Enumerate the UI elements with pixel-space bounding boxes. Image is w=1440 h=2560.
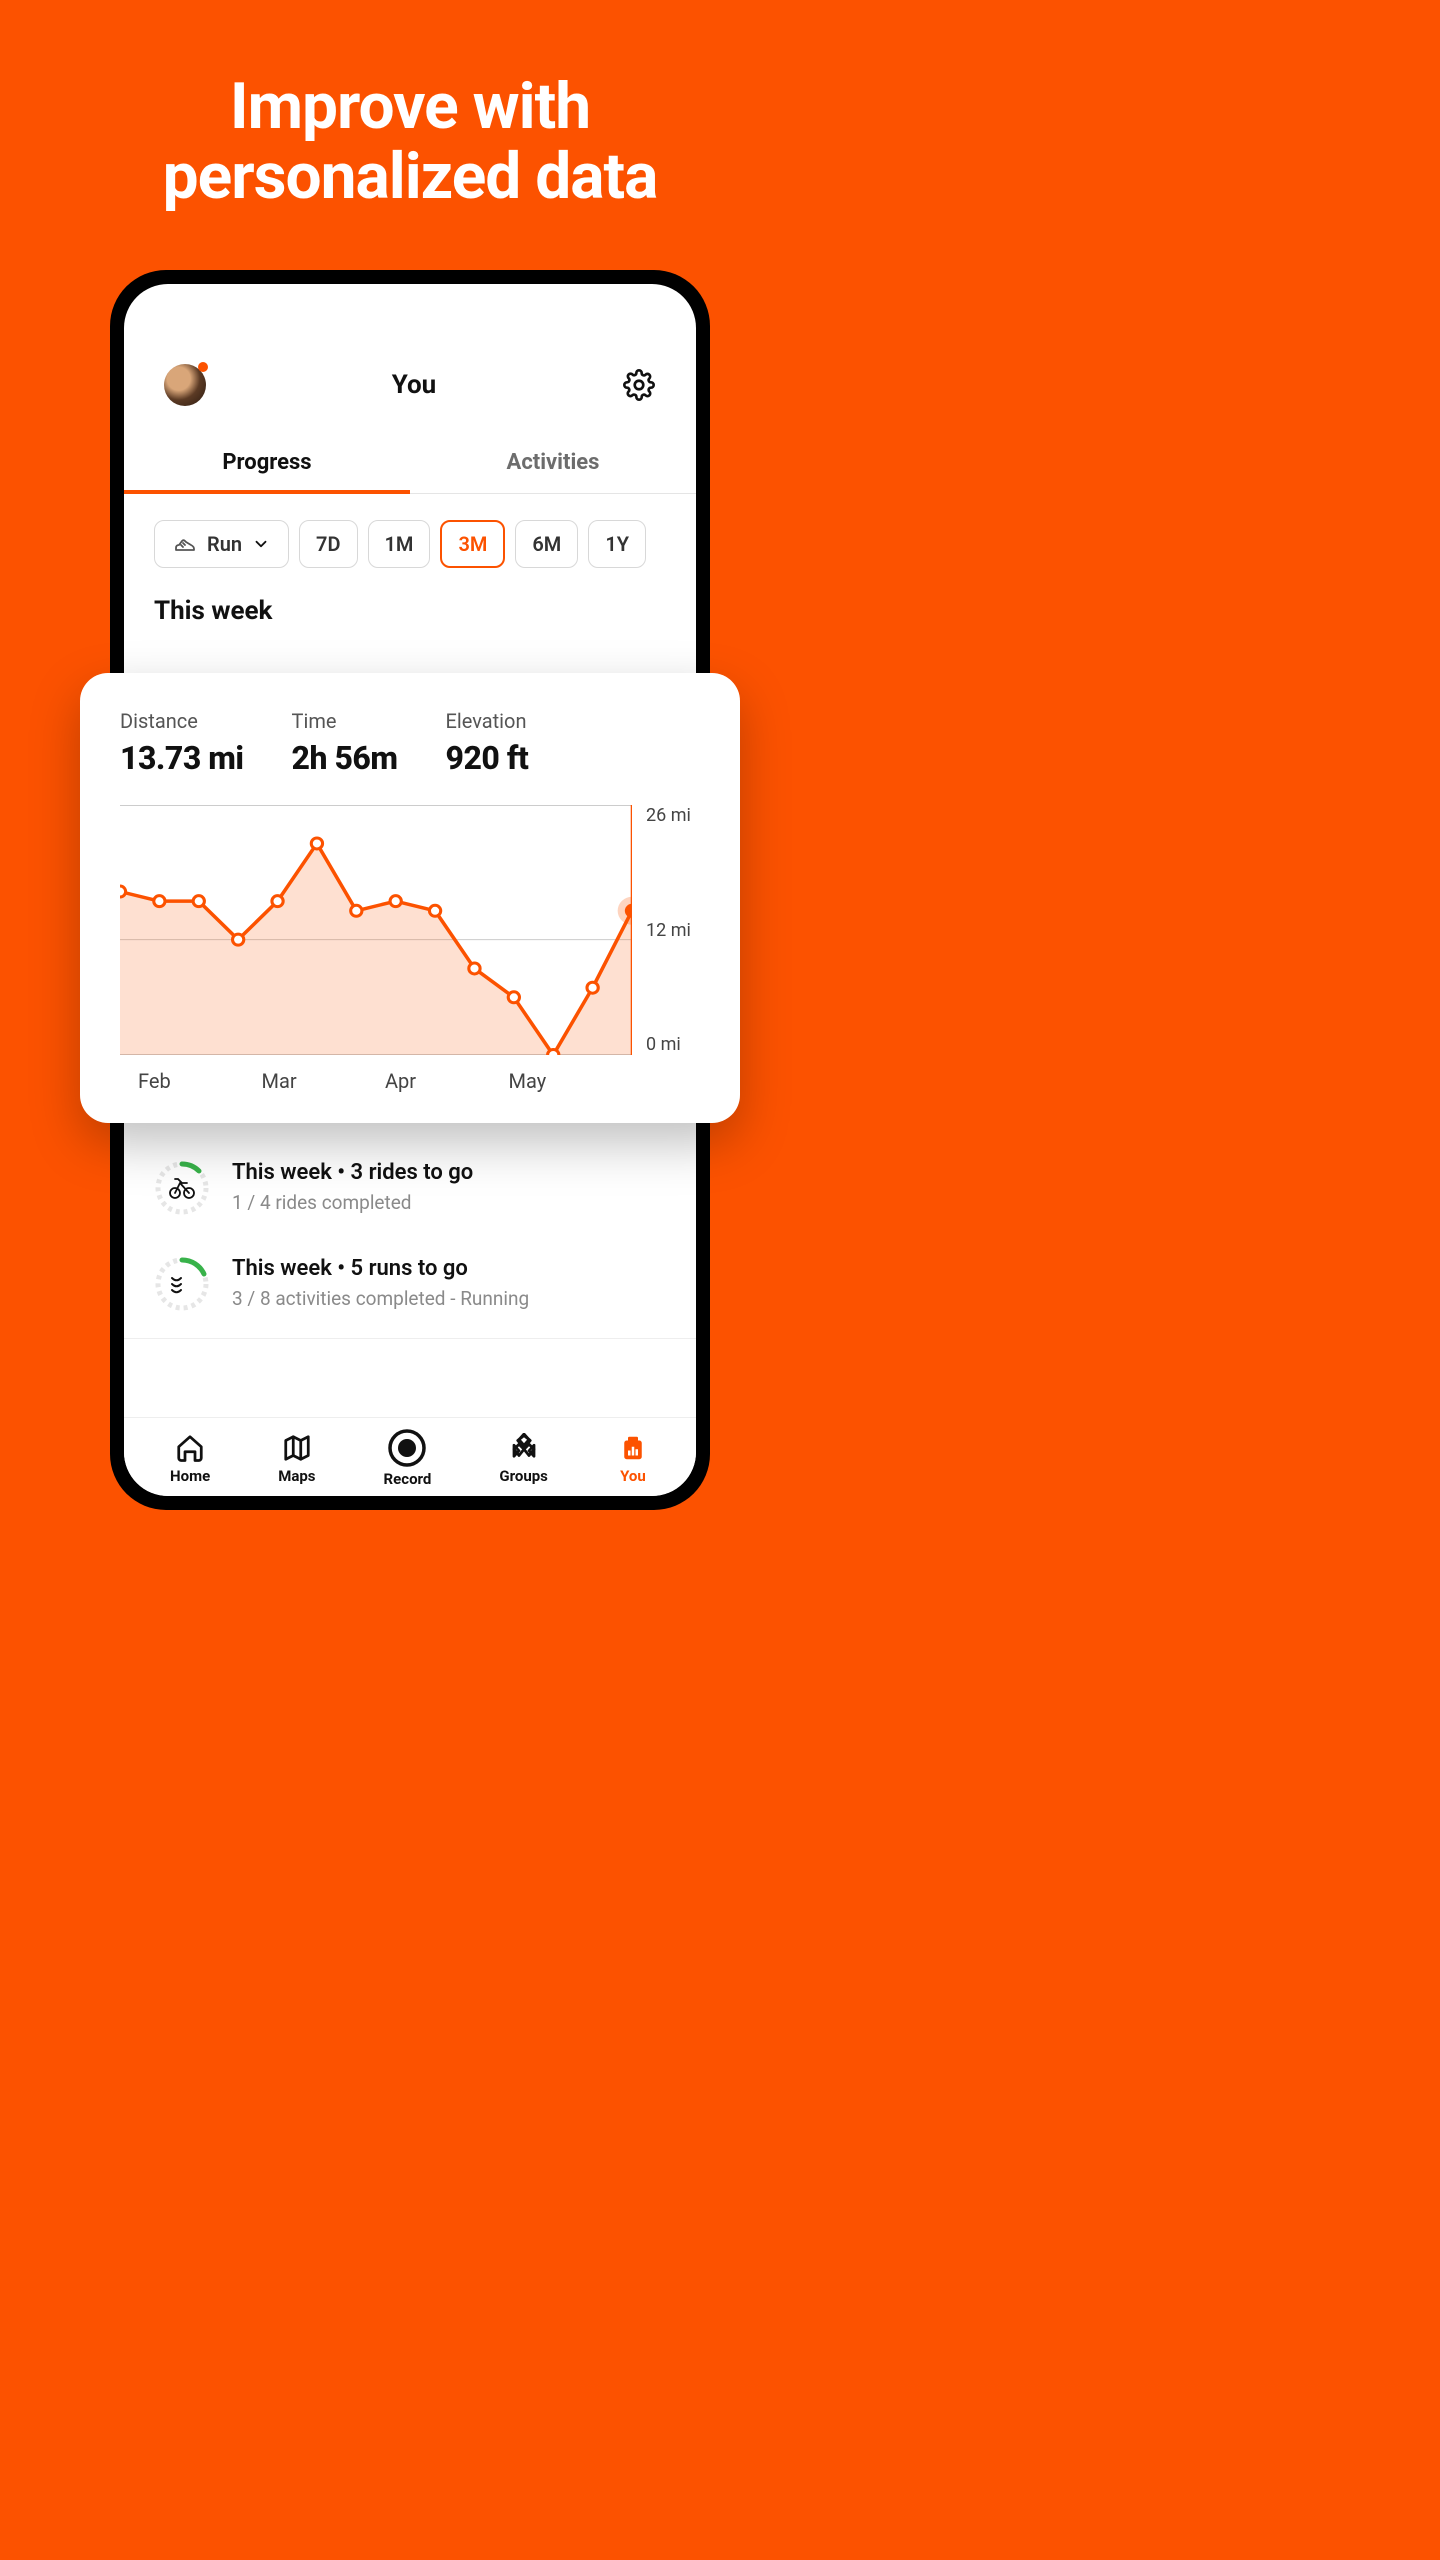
goal-title: This week • 3 rides to go <box>232 1160 473 1185</box>
stat-value: 920 ft <box>446 739 529 777</box>
y-tick: 0 mi <box>646 1034 700 1055</box>
nav-label: You <box>620 1467 646 1485</box>
settings-button[interactable] <box>622 368 656 402</box>
tabs: Progress Activities <box>124 436 696 494</box>
chart-svg[interactable] <box>120 805 632 1055</box>
bottom-nav: Home Maps Record Groups <box>124 1417 696 1496</box>
nav-you[interactable]: You <box>616 1431 650 1485</box>
stats-row: Distance 13.73 mi Time 2h 56m Elevation … <box>120 709 700 777</box>
chart-x-axis: Feb Mar Apr May <box>120 1069 700 1093</box>
nav-record[interactable]: Record <box>384 1428 432 1488</box>
x-tick: Apr <box>385 1069 509 1093</box>
range-3m[interactable]: 3M <box>440 520 505 568</box>
x-tick: Mar <box>262 1069 386 1093</box>
nav-label: Record <box>384 1470 432 1488</box>
groups-icon <box>507 1431 541 1465</box>
nav-groups[interactable]: Groups <box>499 1431 548 1485</box>
range-6m[interactable]: 6M <box>515 520 578 568</box>
range-1m[interactable]: 1M <box>368 520 431 568</box>
stat-elevation: Elevation 920 ft <box>446 709 529 777</box>
y-tick: 26 mi <box>646 805 700 826</box>
nav-label: Groups <box>499 1467 548 1485</box>
nav-label: Home <box>170 1467 210 1485</box>
section-this-week: This week <box>124 568 696 636</box>
chevron-down-icon <box>252 535 270 553</box>
divider <box>124 1338 696 1339</box>
stat-label: Elevation <box>446 709 529 733</box>
hero-title: Improve with personalized data <box>0 0 820 213</box>
x-tick: May <box>509 1069 633 1093</box>
you-icon <box>616 1431 650 1465</box>
goal-item[interactable]: This week • 5 runs to go 3 / 8 activitie… <box>154 1242 666 1338</box>
stat-time: Time 2h 56m <box>292 709 398 777</box>
gear-icon <box>623 369 655 401</box>
app-header: You <box>124 284 696 436</box>
goal-subtitle: 1 / 4 rides completed <box>232 1191 473 1214</box>
chart: 26 mi 12 mi 0 mi <box>120 805 700 1055</box>
hero-line-2: personalized data <box>163 139 658 214</box>
goal-text: This week • 3 rides to go 1 / 4 rides co… <box>232 1160 473 1214</box>
nav-label: Maps <box>278 1467 315 1485</box>
stats-card: Distance 13.73 mi Time 2h 56m Elevation … <box>80 673 740 1123</box>
page-title: You <box>392 370 437 400</box>
stat-label: Distance <box>120 709 244 733</box>
x-tick: Feb <box>120 1069 262 1093</box>
stat-value: 2h 56m <box>292 739 398 777</box>
filter-row: Run 7D 1M 3M 6M 1Y <box>124 494 696 568</box>
stat-distance: Distance 13.73 mi <box>120 709 244 777</box>
chart-y-ticks: 26 mi 12 mi 0 mi <box>646 805 700 1055</box>
range-1y[interactable]: 1Y <box>588 520 646 568</box>
goal-item[interactable]: This week • 3 rides to go 1 / 4 rides co… <box>154 1146 666 1242</box>
activity-label: Run <box>207 532 242 556</box>
goal-title: This week • 5 runs to go <box>232 1256 529 1281</box>
record-icon <box>387 1428 427 1468</box>
stat-value: 13.73 mi <box>120 739 244 777</box>
goal-ring-run <box>154 1256 210 1312</box>
y-tick: 12 mi <box>646 920 700 941</box>
goal-text: This week • 5 runs to go 3 / 8 activitie… <box>232 1256 529 1310</box>
nav-home[interactable]: Home <box>170 1431 210 1485</box>
home-icon <box>173 1431 207 1465</box>
activity-selector[interactable]: Run <box>154 520 289 568</box>
hero-line-1: Improve with <box>230 69 590 144</box>
tab-progress[interactable]: Progress <box>124 436 410 493</box>
goal-ring-bike <box>154 1160 210 1216</box>
range-7d[interactable]: 7D <box>299 520 357 568</box>
tab-activities[interactable]: Activities <box>410 436 696 493</box>
stat-label: Time <box>292 709 398 733</box>
maps-icon <box>280 1431 314 1465</box>
avatar[interactable] <box>164 364 206 406</box>
shoe-icon <box>173 532 197 556</box>
nav-maps[interactable]: Maps <box>278 1431 315 1485</box>
goal-subtitle: 3 / 8 activities completed - Running <box>232 1287 529 1310</box>
